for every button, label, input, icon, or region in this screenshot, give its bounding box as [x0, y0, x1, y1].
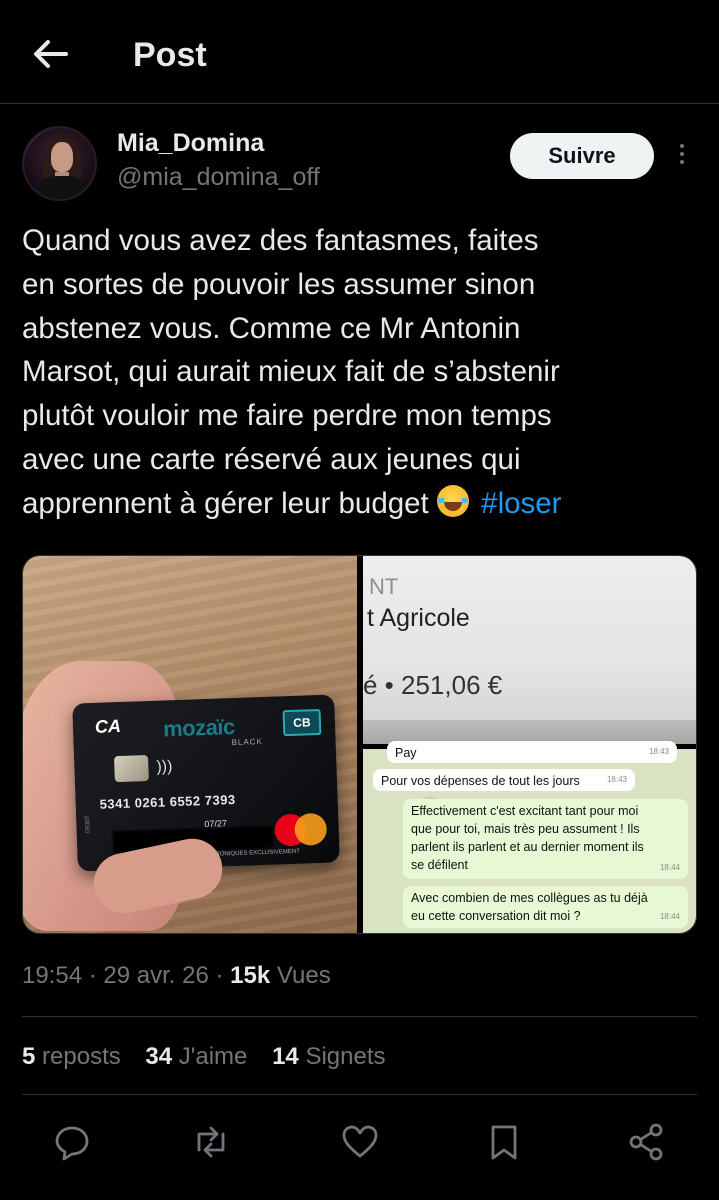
tweet-line: abstenez vous. Comme ce Mr Antonin: [22, 311, 521, 345]
bank-screen-line1: NT: [369, 574, 399, 599]
meta-separator: ·: [88, 962, 97, 989]
avatar-face: [51, 142, 73, 172]
tweet-line: avec une carte réservé aux jeunes qui: [22, 442, 521, 476]
avatar[interactable]: [22, 126, 97, 201]
more-options-icon[interactable]: [672, 144, 692, 170]
cb-logo: CB: [282, 708, 322, 737]
post-date: 29 avr. 26: [103, 962, 209, 989]
bank-logo: CA: [94, 715, 122, 737]
tweet-line: Quand vous avez des fantasmes, faites: [22, 224, 539, 257]
author-display-name[interactable]: Mia_Domina: [117, 129, 264, 158]
contactless-icon: ))): [156, 758, 173, 776]
share-icon[interactable]: [626, 1122, 666, 1162]
back-arrow-icon[interactable]: [30, 36, 70, 72]
divider: [22, 1016, 697, 1017]
page-title: Post: [133, 36, 207, 74]
tweet-line: apprennent à gérer leur budget: [22, 486, 429, 520]
laughing-emoji-icon: [436, 484, 469, 517]
avatar-body: [38, 176, 86, 199]
reply-icon[interactable]: [52, 1122, 92, 1162]
bank-screen-amount: é • 251,06 €: [363, 670, 503, 700]
reposts-stat[interactable]: 5 reposts: [22, 1043, 121, 1070]
tweet-text: Quand vous avez des fantasmes, faites en…: [22, 219, 702, 526]
tweet-last-line: apprennent à gérer leur budget #loser: [22, 482, 702, 526]
tweet-line: en sortes de pouvoir les assumer sinon: [22, 267, 536, 301]
follow-button[interactable]: Suivre: [510, 133, 654, 179]
views-count: 15k: [230, 962, 271, 989]
chat-screenshot[interactable]: Pay 18:43 Pour vos dépenses de tout les j…: [363, 741, 696, 933]
post-meta: 19:54 · 29 avr. 26 · 15k Vues: [22, 962, 331, 990]
card-photo[interactable]: CA mozaïc BLACK CB ))) 5341 0261 6552 73…: [23, 556, 357, 933]
media-grid: CA mozaïc BLACK CB ))) 5341 0261 6552 73…: [22, 555, 697, 934]
like-icon[interactable]: [340, 1122, 380, 1162]
divider: [22, 1094, 697, 1095]
tweet-line: Marsot, qui aurait mieux fait de s’abste…: [22, 355, 560, 389]
card-side-text: DEBIT: [84, 815, 92, 834]
card-brand: mozaïc: [162, 713, 236, 742]
bookmark-icon[interactable]: [484, 1122, 524, 1162]
bank-screen-photo[interactable]: NT t Agricole é • 251,06 €: [363, 556, 696, 744]
views-label: Vues: [276, 962, 331, 989]
tweet-line: plutôt vouloir me faire perdre mon temps: [22, 399, 552, 433]
likes-stat[interactable]: 34 J'aime: [145, 1043, 247, 1070]
card-number: 5341 0261 6552 7393: [99, 791, 236, 812]
chat-bubble: Pour vos dépenses de tout les jours 18:43: [373, 769, 635, 791]
mastercard-logo-orange: [294, 812, 328, 846]
chat-bubble: Avec combien de mes collègues as tu déjà…: [403, 886, 688, 928]
engagement-stats: 5 reposts 34 J'aime 14 Signets: [22, 1043, 404, 1071]
chat-bubble: Effectivement c'est excitant tant pour m…: [403, 799, 688, 879]
meta-separator: ·: [215, 962, 224, 989]
chip-icon: [114, 755, 149, 783]
chat-bubble: Pay 18:43: [387, 741, 677, 763]
top-bar: Post: [0, 0, 719, 104]
bank-screen-line2: t Agricole: [367, 604, 470, 632]
card-brand-sub: BLACK: [231, 736, 263, 748]
hashtag-link[interactable]: #loser: [481, 487, 561, 520]
author-handle[interactable]: @mia_domina_off: [117, 163, 320, 192]
bookmarks-stat[interactable]: 14 Signets: [272, 1043, 385, 1070]
post-time: 19:54: [22, 962, 83, 989]
repost-icon[interactable]: [191, 1122, 231, 1162]
